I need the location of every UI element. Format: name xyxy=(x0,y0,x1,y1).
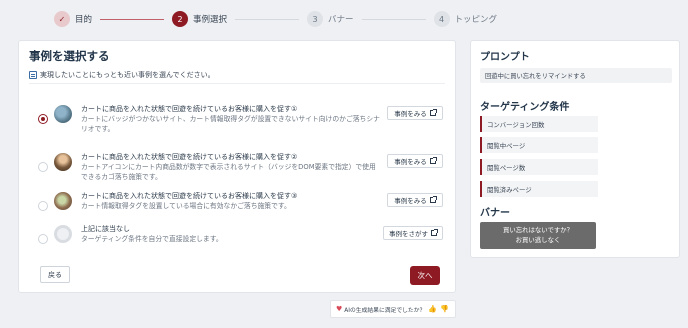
condition-item: コンバージョン回数 xyxy=(480,116,598,132)
step-label: バナー xyxy=(328,15,354,25)
banner-heading: バナー xyxy=(480,208,510,219)
case-description: カート情報取得タグを設置している場合に有効なかご落ち施策です。 xyxy=(81,202,291,210)
case-description: カートアイコンにカート内商品数が数字で表示されるサイト（バッジをDOM要素で指定… xyxy=(81,163,376,181)
divider xyxy=(29,83,445,84)
case-radio[interactable] xyxy=(38,201,48,211)
back-button[interactable]: 戻る xyxy=(40,266,70,283)
case-thumbnail xyxy=(54,153,72,171)
feedback-text: AIの生成結果に満足でしたか？ xyxy=(344,307,426,314)
prompt-heading: プロンプト xyxy=(480,52,530,63)
ai-feedback-bar: ♥ AIの生成結果に満足でしたか？ 👍 👎 xyxy=(330,300,456,318)
case-thumbnail xyxy=(54,105,72,123)
view-case-button[interactable]: 事例をみる xyxy=(387,106,443,120)
case-description: ターゲティング条件を自分で直接設定します。 xyxy=(81,235,223,243)
stepper: ✓ 目的 2 事例選択 3 バナー 4 トッピング xyxy=(54,10,497,28)
check-icon: ✓ xyxy=(54,11,70,27)
step-purpose[interactable]: ✓ 目的 xyxy=(54,11,92,27)
document-icon xyxy=(29,71,37,79)
step-connector xyxy=(235,18,300,20)
instruction-text: 実現したいことにもっとも近い事例を選んでください。 xyxy=(40,71,215,79)
next-button[interactable]: 次へ xyxy=(410,266,440,285)
case-option-2[interactable]: カートに商品を入れた状態で回遊を続けているお客様に購入を促す② カートアイコンに… xyxy=(35,152,445,182)
case-title: カートに商品を入れた状態で回遊を続けているお客様に購入を促す① xyxy=(81,105,298,113)
case-thumbnail xyxy=(54,225,72,243)
banner-line-1: 買い忘れはないですか？ xyxy=(502,226,574,234)
summary-panel: プロンプト 回遊中に買い忘れをリマインドする ターゲティング条件 コンバージョン… xyxy=(470,40,680,258)
case-description: カートにバッジがつかないサイト、カート情報取得タグが設置できないサイト向けのかご… xyxy=(81,115,380,133)
step-number: 4 xyxy=(433,11,450,27)
thumbs-down-icon[interactable]: 👎 xyxy=(440,305,449,313)
external-link-icon xyxy=(429,196,437,203)
step-banner: 3 バナー xyxy=(307,11,354,27)
case-title: カートに商品を入れた状態で回遊を続けているお客様に購入を促す② xyxy=(81,153,298,161)
case-option-4[interactable]: 上記に該当なし ターゲティング条件を自分で直接設定します。 事例をさがす xyxy=(35,224,445,254)
step-number: 3 xyxy=(307,11,324,27)
case-option-3[interactable]: カートに商品を入れた状態で回遊を続けているお客様に購入を促す③ カート情報取得タ… xyxy=(35,191,445,221)
targeting-heading: ターゲティング条件 xyxy=(480,102,570,113)
case-radio[interactable] xyxy=(38,234,48,244)
prompt-text: 回遊中に買い忘れをリマインドする xyxy=(480,68,672,83)
step-connector xyxy=(361,18,426,20)
external-link-icon xyxy=(431,229,438,236)
condition-item: 閲覧ページ数 xyxy=(480,159,598,175)
banner-line-2: お買い逃しなく xyxy=(515,236,561,244)
page-title: 事例を選択する xyxy=(29,49,110,63)
case-selection-card: 事例を選択する 実現したいことにもっとも近い事例を選んでください。 カートに商品… xyxy=(18,40,456,293)
step-topping: 4 トッピング xyxy=(433,11,498,27)
external-link-icon xyxy=(429,157,437,164)
banner-preview: 買い忘れはないですか？ お買い逃しなく xyxy=(480,222,596,249)
case-title: 上記に該当なし xyxy=(81,225,130,233)
condition-item: 閲覧中ページ xyxy=(480,137,598,153)
step-connector xyxy=(100,18,165,20)
instruction: 実現したいことにもっとも近い事例を選んでください。 xyxy=(29,70,215,80)
external-link-icon xyxy=(429,109,437,116)
view-case-button[interactable]: 事例をみる xyxy=(387,193,443,207)
step-label: トッピング xyxy=(454,15,498,25)
case-option-1[interactable]: カートに商品を入れた状態で回遊を続けているお客様に購入を促す① カートにバッジが… xyxy=(35,104,445,134)
case-radio[interactable] xyxy=(38,162,48,172)
case-thumbnail xyxy=(54,192,72,210)
case-radio[interactable] xyxy=(38,114,48,124)
search-case-button[interactable]: 事例をさがす xyxy=(383,226,443,240)
step-case-selection: 2 事例選択 xyxy=(172,11,227,27)
view-case-button[interactable]: 事例をみる xyxy=(387,154,443,168)
heart-icon: ♥ xyxy=(336,305,343,313)
step-label: 目的 xyxy=(75,15,93,25)
step-number: 2 xyxy=(172,11,189,27)
thumbs-up-icon[interactable]: 👍 xyxy=(428,305,437,313)
case-title: カートに商品を入れた状態で回遊を続けているお客様に購入を促す③ xyxy=(81,192,298,200)
step-label: 事例選択 xyxy=(193,15,228,25)
condition-item: 閲覧済みページ xyxy=(480,181,598,197)
